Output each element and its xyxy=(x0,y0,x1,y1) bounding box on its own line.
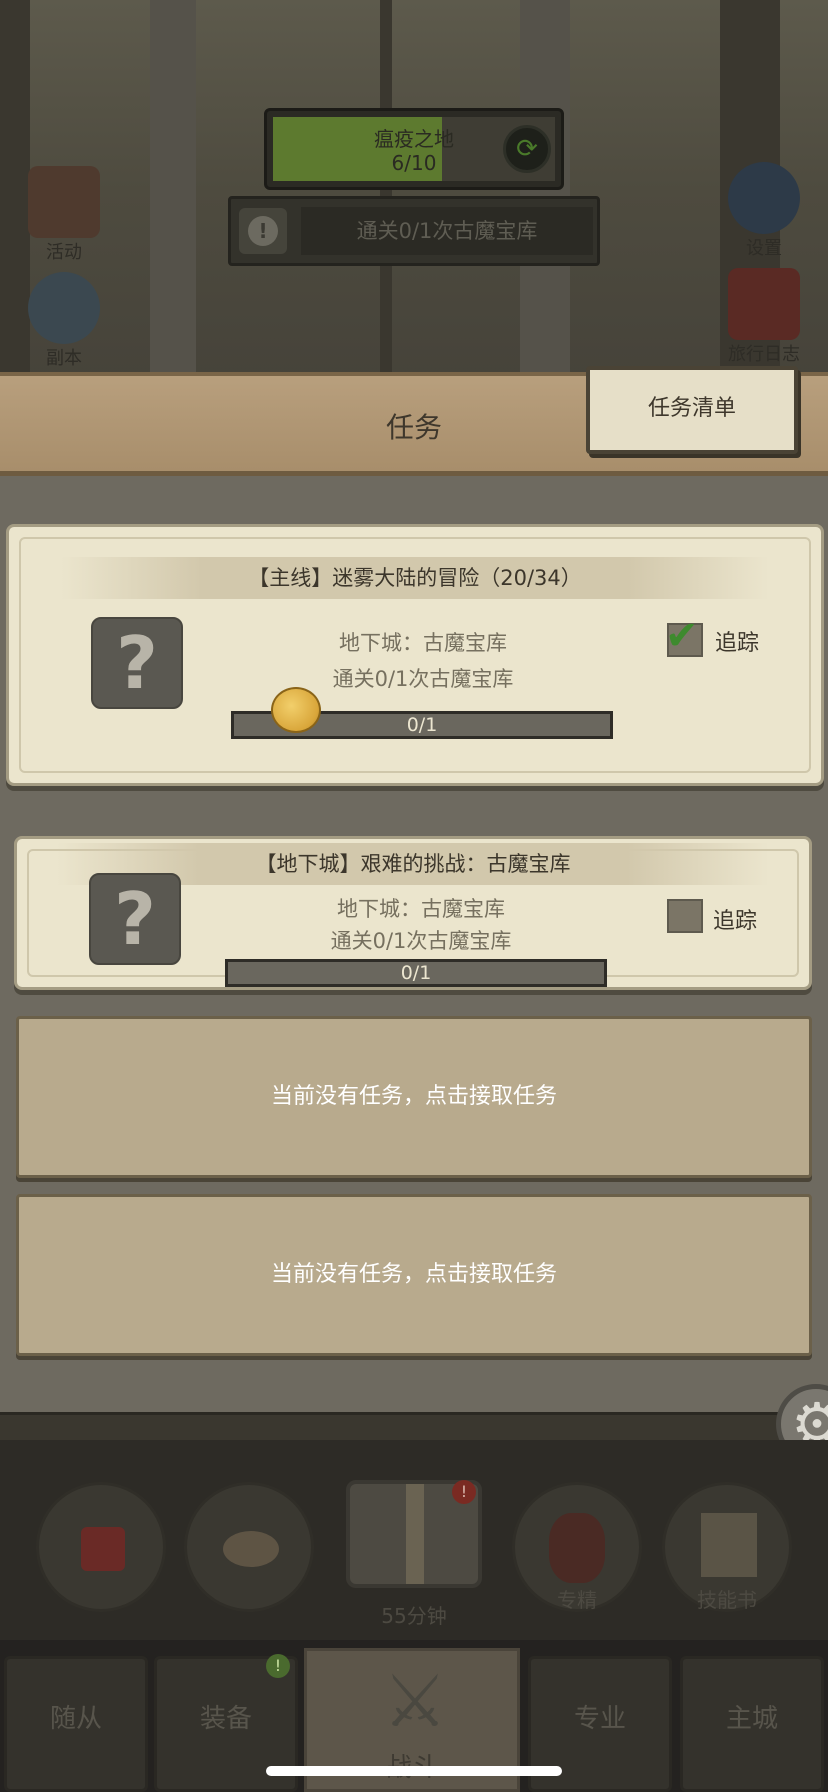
coin-icon xyxy=(271,687,321,733)
track-checkbox[interactable]: ✔ xyxy=(665,613,703,659)
region-progress-box[interactable]: 瘟疫之地 6/10 ⟳ xyxy=(264,108,564,190)
journal-button[interactable]: 旅行日志 xyxy=(716,268,812,366)
nav-followers[interactable]: 随从 xyxy=(4,1656,148,1792)
specialization-label: 专精 xyxy=(557,1588,597,1612)
journal-icon xyxy=(728,268,800,340)
specialization-icon xyxy=(549,1513,605,1583)
quest-reward-unknown-icon: ? xyxy=(91,617,183,709)
refresh-icon[interactable]: ⟳ xyxy=(503,125,551,173)
quest-card[interactable]: 【地下城】艰难的挑战：古魔宝库 ? 地下城：古魔宝库 通关0/1次古魔宝库 0/… xyxy=(14,836,812,990)
event-icon xyxy=(28,166,100,238)
empty-quest-slot[interactable]: 当前没有任务，点击接取任务 xyxy=(16,1194,812,1356)
potion-icon xyxy=(81,1527,125,1571)
objective-text: 通关0/1次古魔宝库 xyxy=(301,207,593,255)
chest-alert-badge: ! xyxy=(452,1480,476,1504)
nav-profession-label: 专业 xyxy=(573,1704,626,1734)
chest-timer: 55分钟 xyxy=(381,1604,447,1628)
event-label: 活动 xyxy=(46,242,82,263)
equipment-alert-badge: ! xyxy=(266,1654,290,1678)
track-label: 追踪 xyxy=(715,631,760,656)
task-list-tab[interactable]: 任务清单 xyxy=(586,366,798,454)
skillbook-label: 技能书 xyxy=(697,1588,757,1612)
settings-button[interactable]: 设置 xyxy=(716,162,812,260)
potion-slot[interactable] xyxy=(36,1482,166,1612)
task-list-tab-label: 任务清单 xyxy=(647,396,736,421)
quest-card[interactable]: 【主线】迷雾大陆的冒险（20/34） ? 地下城：古魔宝库 通关0/1次古魔宝库… xyxy=(6,524,824,786)
bread-slot[interactable] xyxy=(184,1482,314,1612)
quest-objective: 通关0/1次古魔宝库 xyxy=(332,667,514,691)
nav-followers-label: 随从 xyxy=(49,1704,102,1734)
track-label: 追踪 xyxy=(713,909,758,934)
alert-icon: ! xyxy=(239,208,287,254)
quest-objective: 通关0/1次古魔宝库 xyxy=(330,929,512,953)
quest-location: 地下城：古魔宝库 xyxy=(337,897,505,921)
nav-main-city[interactable]: 主城 xyxy=(680,1656,824,1792)
dungeon-icon xyxy=(28,272,100,344)
quest-reward-unknown-icon: ? xyxy=(89,873,181,965)
empty-quest-slot[interactable]: 当前没有任务，点击接取任务 xyxy=(16,1016,812,1178)
journal-label: 旅行日志 xyxy=(728,344,800,365)
dungeon-label: 副本 xyxy=(46,348,82,369)
quest-progress-bar: 0/1 xyxy=(225,959,607,987)
quest-header: 【主线】迷雾大陆的冒险（20/34） xyxy=(61,557,769,599)
objective-tracker[interactable]: ! 通关0/1次古魔宝库 xyxy=(228,196,600,266)
quest-location: 地下城：古魔宝库 xyxy=(339,631,507,655)
panel-bottom-edge xyxy=(0,1412,828,1440)
skillbook-icon xyxy=(701,1513,757,1577)
nav-main-city-label: 主城 xyxy=(725,1704,778,1734)
event-button[interactable]: 活动 xyxy=(16,166,112,264)
empty-slot-text: 当前没有任务，点击接取任务 xyxy=(270,1084,557,1109)
gear-icon xyxy=(728,162,800,234)
settings-label: 设置 xyxy=(746,238,782,259)
empty-slot-text: 当前没有任务，点击接取任务 xyxy=(270,1262,557,1287)
track-checkbox[interactable] xyxy=(667,899,703,933)
quest-progress-text: 0/1 xyxy=(400,962,432,984)
forest-background xyxy=(0,0,828,380)
dungeon-button[interactable]: 副本 xyxy=(16,272,112,370)
crossed-swords-icon: ⚔ xyxy=(382,1659,448,1743)
bread-icon xyxy=(223,1531,279,1567)
check-icon: ✔ xyxy=(665,613,699,659)
home-indicator[interactable] xyxy=(266,1766,562,1776)
